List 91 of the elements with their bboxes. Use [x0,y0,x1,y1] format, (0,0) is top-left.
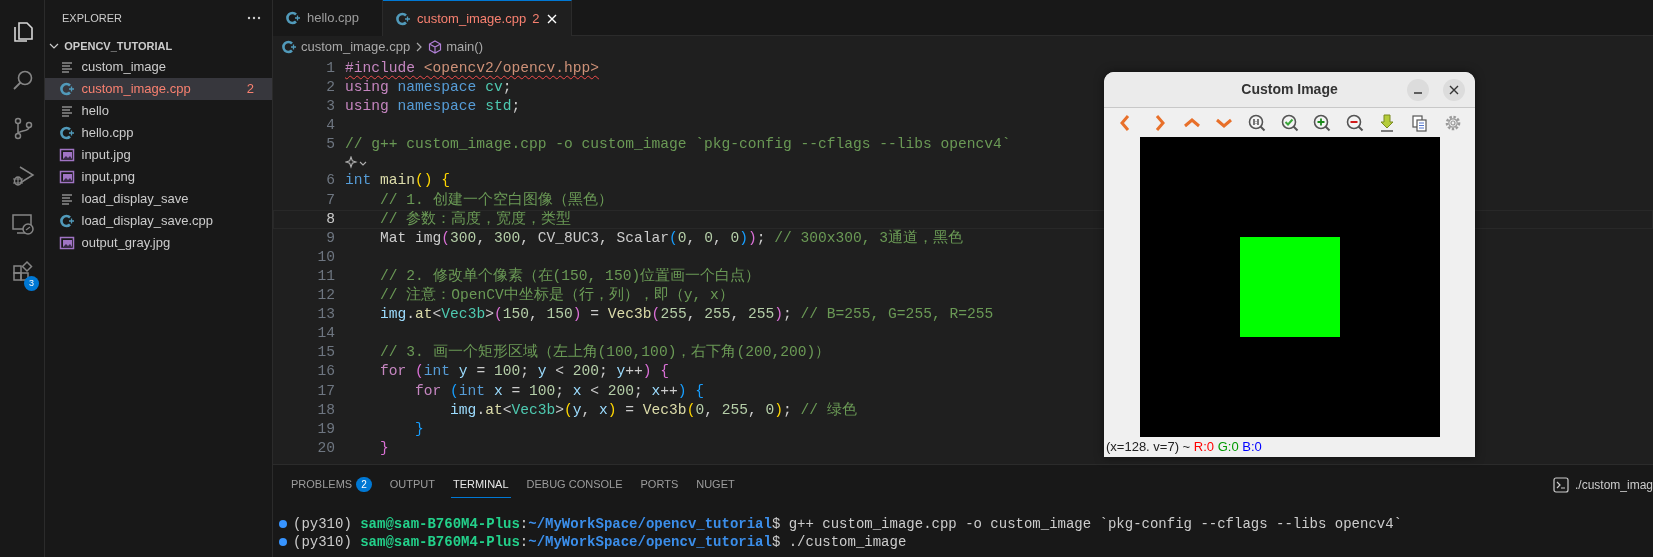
image-file-icon [59,169,75,185]
cpp-file-icon [59,125,75,141]
remote-explorer-icon[interactable] [10,212,35,236]
notification-badge: 3 [24,276,39,291]
line-number: 17 [316,381,335,401]
code-line: int main() { [345,171,451,191]
cpp-file-icon [281,39,297,55]
line-number: 2 [325,78,335,98]
file-item[interactable]: custom_image.cpp 2 [45,78,272,100]
line-number: 11 [316,266,335,286]
code-line: // 参数：高度，宽度，类型 [379,209,572,229]
breadcrumb-item[interactable]: custom_image.cpp [301,37,411,57]
code-line: using namespace cv; [345,78,512,98]
zoom-check-icon[interactable] [1279,112,1300,133]
line-number: 18 [316,400,335,420]
code-line: // 注意：OpenCV中坐标是（行，列），即（y, x） [379,286,734,306]
file-item[interactable]: hello.cpp [45,122,272,144]
line-number: 10 [316,247,335,267]
cpp-file-icon [395,10,411,27]
code-line: // 3. 画一个矩形区域（左上角(100,100)，右下角(200,200)） [379,343,831,363]
panel-tab[interactable]: DEBUG CONSOLE [524,472,625,498]
extensions-icon[interactable] [10,260,35,284]
status-text: (x=128. v=7) ~ R:0 G:0 B:0 [1105,438,1263,456]
panel-tab[interactable]: PROBLEMS 2 [289,472,374,498]
zoom-in-icon[interactable] [1312,112,1333,133]
status-dot-icon [279,538,287,546]
file-lines-icon [59,103,75,119]
image-file-icon [59,147,75,163]
status-dot-icon [279,520,287,528]
line-number: 6 [325,171,335,191]
close-button[interactable] [1443,79,1465,101]
line-number: 12 [316,286,335,306]
close-icon[interactable] [1449,85,1459,95]
line-number: 8 [325,209,335,229]
cpp-file-icon [59,81,75,97]
code-line: img.at<Vec3b>(150, 150) = Vec3b(255, 255, 255); // B=255, G=255, R=255 [379,305,994,325]
line-number: 15 [316,343,335,363]
terminal-icon [1552,477,1569,493]
folder-name[interactable]: OPENCV_TUTORIAL [64,37,173,55]
line-number: 20 [316,438,335,458]
file-item[interactable]: hello [45,100,272,122]
editor-tab[interactable]: hello.cpp [273,0,383,36]
line-number: 4 [325,116,335,136]
code-line: #include <opencv2/opencv.hpp> [345,59,599,78]
file-item[interactable]: output_gray.jpg [45,232,272,254]
terminal-line: (py310) sam@sam-B760M4-Plus:~/MyWorkSpace/opencv_tutorial$ g++ custom_image.cpp -o custom_image `pkg-config --cflags --libs opencv4` [293,515,1402,533]
code-line: } [379,438,389,458]
line-number: 19 [316,419,335,439]
line-number: 3 [325,97,335,117]
line-number: 13 [316,305,335,325]
line-number: 5 [325,135,335,155]
window-title: Custom Image [1241,80,1338,99]
code-line: // g++ custom_image.cpp -o custom_image `pkg-config --cflags --libs opencv4` [345,135,1011,155]
file-item[interactable]: custom_image [45,56,272,78]
code-line: img.at<Vec3b>(y, x) = Vec3b(0, 255, 0); // 绿色 [449,400,857,420]
code-line: Mat img(300, 300, CV_8UC3, Scalar(0, 0, 0)); // 300x300, 3通道，黑色 [379,228,964,248]
panel-tab[interactable]: TERMINAL [450,472,511,498]
line-number: 1 [325,59,335,78]
file-item[interactable]: input.png [45,166,272,188]
editor-tab[interactable]: custom_image.cpp 2 [383,0,573,36]
codelens-icon[interactable] [345,155,369,170]
file-lines-icon [59,59,75,75]
minimize-button[interactable] [1407,79,1429,101]
code-line: for (int y = 100; y < 200; y++) { [379,362,670,382]
file-lines-icon [59,191,75,207]
line-number: 14 [316,324,335,344]
code-line: } [414,419,424,439]
code-line: // 1. 创建一个空白图像（黑色） [379,190,613,210]
code-line: // 2. 修改单个像素（在(150, 150)位置画一个白点） [379,266,761,286]
line-number: 7 [325,190,335,210]
zoom-reset-icon[interactable] [1246,112,1267,133]
zoom-out-icon[interactable] [1344,112,1365,133]
cpp-file-icon [59,213,75,229]
sidebar-title: EXPLORER [62,10,122,26]
panel-tab[interactable]: NUGET [694,472,737,498]
code-line: for (int x = 100; x < 200; x++) { [414,381,705,401]
run-debug-icon[interactable] [10,164,35,188]
file-item[interactable]: input.jpg [45,144,272,166]
line-number: 9 [325,228,335,248]
image-file-icon [59,235,75,251]
panel-tab[interactable]: PORTS [638,472,681,498]
cpp-file-icon [285,10,301,26]
file-item[interactable]: load_display_save.cpp [45,210,272,232]
code-line: using namespace std; [345,97,521,117]
cube-icon [428,40,443,54]
terminal-instance[interactable]: ./custom_imag [1552,476,1653,494]
terminal-line: (py310) sam@sam-B760M4-Plus:~/MyWorkSpace/opencv_tutorial$ ./custom_image [293,533,907,551]
panel-tab[interactable]: OUTPUT [387,472,437,498]
file-item[interactable]: load_display_save [45,188,272,210]
breadcrumb-item[interactable]: main() [446,37,483,57]
line-number: 16 [316,362,335,382]
